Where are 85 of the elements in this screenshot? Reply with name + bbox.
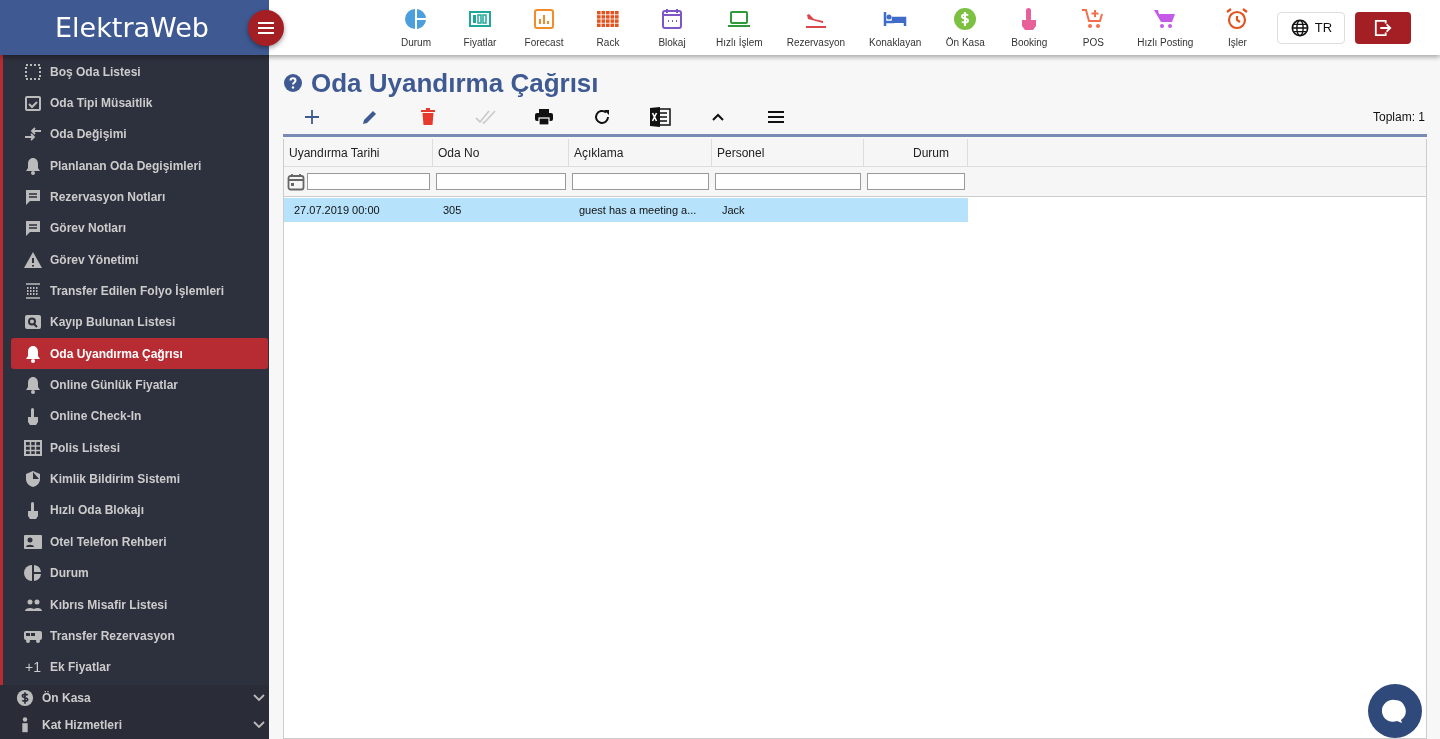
filter-field[interactable] — [572, 173, 709, 190]
shield-icon — [23, 469, 43, 490]
menu-icon — [257, 21, 275, 35]
nav-item[interactable]: Rezervasyon — [786, 3, 846, 52]
notes-icon — [23, 187, 43, 208]
nav-item[interactable]: Konaklayan — [869, 3, 922, 52]
sidebar-item[interactable]: Hızlı Oda Blokajı — [11, 494, 268, 527]
filter-field[interactable] — [867, 173, 965, 190]
pencil-icon — [361, 108, 379, 126]
column-header[interactable]: Oda No — [433, 139, 569, 166]
plus-icon — [304, 109, 320, 125]
filter-field[interactable] — [307, 173, 430, 190]
page-title: Oda Uyandırma Çağrısı — [311, 67, 599, 99]
dashed-square-icon — [23, 61, 43, 82]
dotted-list-icon — [23, 281, 43, 302]
nav-item[interactable]: Işler — [1217, 3, 1258, 52]
sidebar-item[interactable]: Boş Oda Listesi — [11, 56, 268, 88]
sidebar-item[interactable]: Görev Yönetimi — [11, 244, 268, 276]
sidebar-item[interactable]: Görev Notları — [11, 212, 268, 245]
calendar-icon[interactable] — [287, 172, 305, 191]
menu-icon — [767, 110, 785, 124]
sidebar-item[interactable]: Online Check-In — [11, 400, 268, 433]
nav-item[interactable]: Durum — [396, 3, 436, 52]
bell-icon — [23, 375, 43, 396]
logo: ElektraWeb — [55, 12, 209, 43]
total-count: Toplam: 1 — [1372, 110, 1425, 124]
notes-icon — [23, 218, 43, 239]
sidebar-item[interactable]: Kayıp Bulunan Listesi — [11, 306, 268, 339]
sidebar-item[interactable]: Otel Telefon Rehberi — [11, 526, 268, 558]
nav-item[interactable]: Blokaj — [652, 3, 692, 52]
chevron-icon — [253, 694, 265, 703]
dollar-icon — [16, 689, 34, 708]
help-icon[interactable] — [283, 73, 303, 93]
language-button[interactable]: TR — [1277, 11, 1346, 44]
filter-field[interactable] — [436, 173, 566, 190]
sidebar-item[interactable]: Transfer Rezervasyon — [11, 620, 268, 652]
sidebar-item[interactable]: Oda Tipi Müsaitlik — [11, 87, 268, 119]
pie-chart-icon — [23, 563, 43, 584]
nav-item[interactable]: Forecast — [524, 3, 564, 52]
sidebar-item[interactable]: Oda Değişimi — [11, 118, 268, 151]
double-check-icon — [475, 109, 497, 125]
column-header[interactable]: Durum — [864, 139, 968, 166]
table-cell: 27.07.2019 00:00 — [294, 204, 380, 216]
sidebar-item[interactable]: +1 Ek Fiyatlar — [11, 651, 268, 683]
nav-item[interactable]: Booking — [1009, 3, 1050, 52]
nav-item[interactable]: POS — [1073, 3, 1114, 52]
sidebar-item[interactable]: Durum — [11, 557, 268, 589]
sidebar-item[interactable]: Kıbrıs Misafir Listesi — [11, 588, 268, 621]
logout-button[interactable] — [1355, 11, 1412, 44]
sidebar-item[interactable]: Oda Uyandırma Çağrısı — [11, 338, 268, 370]
logout-icon — [1374, 18, 1393, 37]
column-header[interactable]: Uyandırma Tarihi — [284, 139, 433, 166]
menu-button[interactable] — [248, 10, 284, 46]
column-header[interactable]: Personel — [712, 139, 864, 166]
grid-icon — [23, 437, 43, 458]
bell-icon — [23, 155, 43, 176]
spreadsheet-icon — [649, 106, 671, 128]
sidebar-item[interactable]: Online Günlük Fiyatlar — [11, 369, 268, 401]
nav-item[interactable]: Hızlı Posting — [1137, 3, 1194, 52]
sidebar-item[interactable]: Polis Listesi — [11, 432, 268, 464]
nav-item[interactable]: Hızlı İşlem — [716, 3, 763, 52]
nav-item[interactable]: Fiyatlar — [460, 3, 500, 52]
sidebar-item[interactable]: Planlanan Oda Degişimleri — [11, 150, 268, 182]
chevron-up-icon — [711, 112, 725, 122]
trash-icon — [420, 108, 436, 126]
sidebar-item[interactable]: Transfer Edilen Folyo İşlemleri — [11, 275, 268, 307]
printer-icon — [534, 108, 554, 126]
table-row[interactable]: 27.07.2019 00:00 305 guest has a meeting a... Jack — [284, 198, 968, 222]
table-cell: Jack — [722, 204, 745, 216]
table-cell: 305 — [443, 204, 462, 216]
sidebar-group[interactable]: Ön Kasa — [0, 684, 269, 712]
table-cell: guest has a meeting a... — [579, 204, 697, 216]
calendar-check-icon — [23, 93, 43, 113]
sidebar-item[interactable]: Kimlik Bildirim Sistemi — [11, 463, 268, 495]
sidebar-group[interactable]: Kat Hizmetleri — [0, 711, 269, 739]
chat-bubble-icon — [1382, 698, 1408, 724]
nav-item[interactable]: Ön Kasa — [945, 3, 986, 52]
filter-field[interactable] — [715, 173, 861, 190]
chevron-icon — [253, 721, 265, 730]
nav-item[interactable]: Rack — [588, 3, 628, 52]
column-header[interactable]: Açıklama — [569, 139, 712, 166]
bell-icon — [23, 343, 43, 364]
refresh-icon — [593, 108, 611, 126]
sidebar-item[interactable]: Rezervasyon Notları — [11, 181, 268, 213]
globe-icon — [1290, 18, 1309, 37]
